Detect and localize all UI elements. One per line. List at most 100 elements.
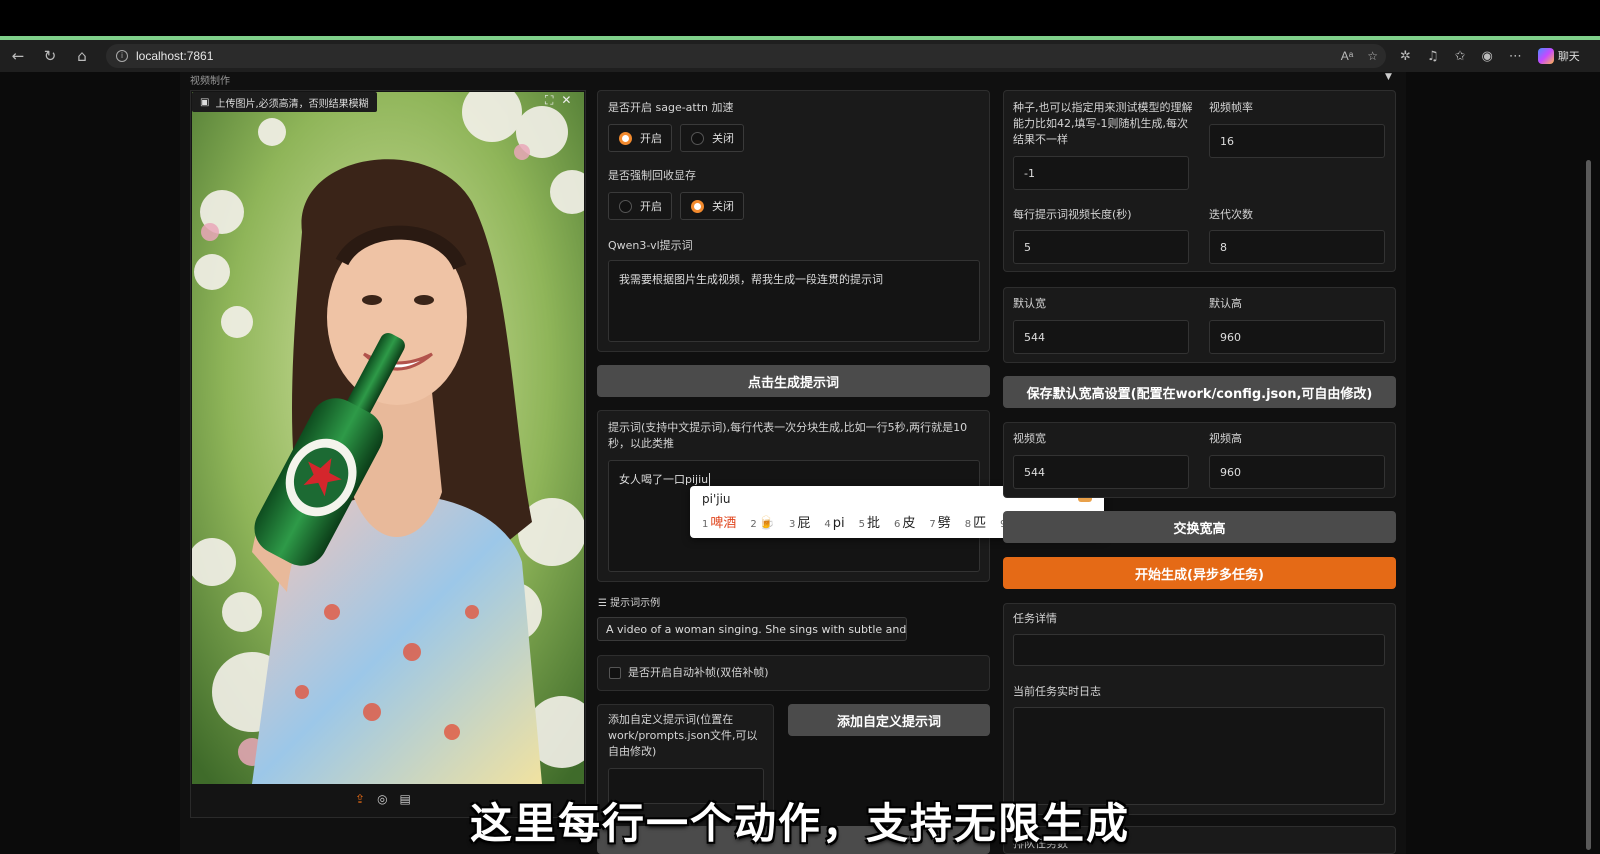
ime-candidate[interactable]: 6皮 <box>894 512 915 531</box>
radio-dot <box>691 199 704 213</box>
default-width-label: 默认宽 <box>1013 297 1046 310</box>
gc-label: 是否强制回收显存 <box>608 169 696 182</box>
save-default-size-button[interactable]: 保存默认宽高设置(配置在work/config.json,可自由修改) <box>1003 376 1396 408</box>
sage-off-radio[interactable]: 关闭 <box>680 124 744 152</box>
ime-candidate-text: 劈 <box>937 516 951 531</box>
qwen-prompt-textarea[interactable]: 我需要根据图片生成视频，帮我生成一段连贯的提示词 <box>608 260 980 342</box>
sage-on-radio[interactable]: 开启 <box>608 124 672 152</box>
image-hint-text: 上传图片,必须高清，否则结果模糊 <box>215 98 369 110</box>
ime-candidate[interactable]: 2 🍺 <box>750 516 775 531</box>
prompt-label: 提示词(支持中文提示词),每行代表一次分块生成,比如一行5秒,两行就是10秒，以… <box>608 421 968 450</box>
sage-label: 是否开启 sage-attn 加速 <box>608 101 734 114</box>
task-detail-field[interactable] <box>1013 634 1385 666</box>
seed-label: 种子,也可以指定用来测试模型的理解能力比如42,填写-1则随机生成,每次结果不一… <box>1013 101 1193 146</box>
ime-candidate-number: 6 <box>893 519 901 530</box>
ime-candidate-number: 1 <box>702 519 709 530</box>
custom-prompt-label: 添加自定义提示词(位置在work/prompts.json文件,可以自由修改) <box>608 713 758 758</box>
generate-prompt-button[interactable]: 点击生成提示词 <box>597 365 990 397</box>
copilot-icon <box>1537 48 1554 64</box>
fullscreen-icon[interactable]: ⛶ <box>545 93 553 108</box>
video-width-input[interactable]: 544 <box>1013 455 1189 489</box>
ime-candidate-text: pi <box>832 516 845 531</box>
swap-size-button[interactable]: 交换宽高 <box>1003 511 1396 543</box>
home-icon[interactable]: ⌂ <box>68 42 96 70</box>
log-label: 当前任务实时日志 <box>1013 685 1101 698</box>
reload-icon[interactable]: ↻ <box>36 42 64 70</box>
site-info-icon[interactable]: i <box>116 50 128 62</box>
ime-candidate[interactable]: 3屁 <box>789 512 810 531</box>
ime-candidate-text: 🍺 <box>758 516 775 531</box>
app-title: 视频制作 <box>190 76 230 87</box>
uploaded-image <box>192 92 584 784</box>
iter-label: 迭代次数 <box>1209 208 1253 221</box>
video-width-label: 视频宽 <box>1013 432 1046 445</box>
ime-candidate[interactable]: 7劈 <box>929 512 950 531</box>
video-height-input[interactable]: 960 <box>1209 455 1385 489</box>
page-scrollbar-thumb[interactable] <box>1586 160 1591 850</box>
length-label: 每行提示词视频长度(秒) <box>1013 208 1132 221</box>
task-detail-label: 任务详情 <box>1013 612 1057 625</box>
media-icon[interactable]: ♫ <box>1427 49 1439 64</box>
collapse-arrow-icon[interactable]: ▼ <box>1385 72 1392 82</box>
length-input[interactable]: 5 <box>1013 230 1189 264</box>
interp-checkbox[interactable] <box>609 667 621 679</box>
default-height-label: 默认高 <box>1209 297 1242 310</box>
extensions-icon[interactable]: ✲ <box>1400 49 1411 64</box>
browser-toolbar: ← ↻ ⌂ i localhost:7861 Aᵃ ☆ ✲ ♫ ✩ ◉ ⋯ 聊天 <box>0 40 1600 72</box>
chat-label: 聊天 <box>1557 50 1580 63</box>
ime-candidate-number: 8 <box>964 519 972 530</box>
ime-candidate[interactable]: 1 啤酒 <box>702 512 736 531</box>
example-prompt-chip[interactable]: A video of a woman singing. She sings wi… <box>597 617 907 641</box>
image-hint-tag: ▣ 上传图片,必须高清，否则结果模糊 <box>192 92 377 112</box>
iter-input[interactable]: 8 <box>1209 230 1385 264</box>
more-menu-icon[interactable]: ⋯ <box>1509 49 1522 64</box>
ime-candidate-text: 啤酒 <box>710 516 737 531</box>
radio-label: 开启 <box>640 132 662 145</box>
ime-candidate-text: 匹 <box>973 516 987 531</box>
ime-candidate-text: 批 <box>866 516 880 531</box>
profile-icon[interactable]: ◉ <box>1481 49 1492 64</box>
image-icon: ▣ <box>200 96 210 108</box>
read-aloud-icon[interactable]: Aᵃ <box>1341 49 1353 63</box>
url-text: localhost:7861 <box>136 49 214 63</box>
ime-candidate[interactable]: 8匹 <box>965 512 986 531</box>
ime-candidate-number: 3 <box>788 519 796 530</box>
video-height-label: 视频高 <box>1209 432 1242 445</box>
radio-dot <box>619 199 632 213</box>
radio-dot <box>619 131 632 145</box>
ime-candidate-text: 屁 <box>797 516 811 531</box>
close-icon[interactable]: ✕ <box>561 93 571 108</box>
qwen-label: Qwen3-vl提示词 <box>608 239 693 252</box>
top-black-bar <box>0 0 1600 36</box>
interp-label: 是否开启自动补帧(双倍补帧) <box>628 666 769 679</box>
ime-candidate-number: 2 <box>750 519 757 530</box>
text-cursor <box>709 473 711 486</box>
video-subtitle: 这里每行一个动作，支持无限生成 <box>469 799 1130 848</box>
start-generate-button[interactable]: 开始生成(异步多任务) <box>1003 557 1396 589</box>
gc-on-radio[interactable]: 开启 <box>608 192 672 220</box>
examples-label-text: 提示词示例 <box>610 598 661 609</box>
copilot-chat-button[interactable]: 聊天 <box>1537 48 1580 64</box>
seed-input[interactable]: -1 <box>1013 156 1189 190</box>
list-icon: ☰ <box>598 598 607 609</box>
radio-label: 关闭 <box>712 200 734 213</box>
default-width-input[interactable]: 544 <box>1013 320 1189 354</box>
favorite-star-icon[interactable]: ☆ <box>1367 49 1378 63</box>
fps-input[interactable]: 16 <box>1209 124 1385 158</box>
ime-candidate-number: 5 <box>858 519 865 530</box>
ime-candidate-list: 1啤酒2🍺3屁4pi5批6皮7劈8匹9披 <box>702 512 1022 531</box>
address-bar[interactable]: i localhost:7861 Aᵃ ☆ <box>106 44 1386 68</box>
back-icon[interactable]: ← <box>4 42 32 70</box>
favorites-icon[interactable]: ✩ <box>1455 49 1466 64</box>
gc-off-radio[interactable]: 关闭 <box>680 192 744 220</box>
ime-candidate-text: 皮 <box>902 516 916 531</box>
default-height-input[interactable]: 960 <box>1209 320 1385 354</box>
fps-label: 视频帧率 <box>1209 101 1253 114</box>
ime-candidate[interactable]: 4 pi <box>824 516 844 531</box>
add-custom-prompt-button[interactable]: 添加自定义提示词 <box>788 704 990 736</box>
ime-candidate[interactable]: 5批 <box>859 512 880 531</box>
ime-composition: pi'jiu <box>702 492 731 506</box>
radio-dot <box>691 131 704 145</box>
ime-candidate-number: 4 <box>824 519 831 530</box>
examples-label: ☰ 提示词示例 <box>598 596 660 612</box>
